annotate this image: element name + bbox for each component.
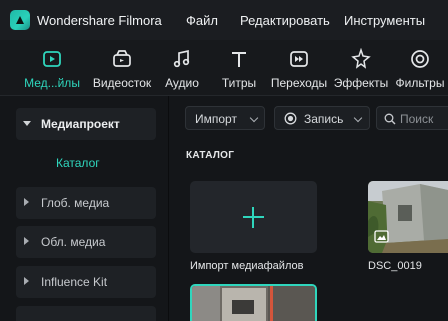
tab-filters-label: Фильтры <box>395 76 445 90</box>
library-sidebar: Медиапроект Глоб. медиа Обл. медиа Influ… <box>0 96 168 321</box>
record-icon <box>284 112 297 125</box>
stock-video-icon <box>113 50 131 67</box>
text-icon <box>232 52 246 67</box>
title-bar: Wondershare Filmora Файл Редактировать И… <box>0 0 448 40</box>
tab-titles-label: Титры <box>221 76 257 90</box>
tab-audio[interactable]: Аудио <box>160 40 204 96</box>
chevron-down-icon <box>353 113 363 123</box>
menu-tools[interactable]: Инструменты <box>344 13 425 28</box>
search-input[interactable]: Поиск <box>376 106 448 130</box>
sidebar-item-label: Глоб. медиа <box>41 196 110 210</box>
sidebar-item-influence-kit[interactable]: Influence Kit <box>16 266 156 298</box>
import-dropdown[interactable]: Импорт <box>185 106 265 130</box>
sidebar-item-cloud-media[interactable]: Обл. медиа <box>16 226 156 258</box>
menu-file[interactable]: Файл <box>186 13 218 28</box>
tab-media-label: Мед...йлы <box>24 76 80 90</box>
chevron-down-icon <box>23 121 31 126</box>
menu-edit[interactable]: Редактировать <box>240 13 330 28</box>
tab-transitions[interactable]: Переходы <box>268 40 330 96</box>
sidebar-item-global-media[interactable]: Глоб. медиа <box>16 187 156 219</box>
record-dropdown[interactable]: Запись <box>274 106 370 130</box>
transitions-icon <box>290 51 308 67</box>
chevron-right-icon <box>24 237 29 245</box>
image-type-icon <box>374 230 389 243</box>
filmora-logo-icon <box>10 10 30 30</box>
tab-filters[interactable]: Фильтры <box>392 40 448 96</box>
filters-icon <box>411 50 429 68</box>
tab-effects[interactable]: Эффекты <box>333 40 389 96</box>
tab-transitions-label: Переходы <box>270 76 328 90</box>
chevron-down-icon <box>249 113 259 123</box>
chevron-right-icon <box>24 198 29 206</box>
record-dropdown-label: Запись <box>304 112 344 126</box>
clip-photo <box>192 286 315 321</box>
music-note-icon <box>173 49 190 68</box>
chevron-right-icon <box>24 277 29 285</box>
tab-effects-label: Эффекты <box>333 76 389 90</box>
sidebar-item-project-media[interactable]: Медиапроект <box>16 108 156 140</box>
clip-name: DSC_0019 <box>368 260 422 272</box>
sidebar-item-label: Influence Kit <box>41 275 108 289</box>
sidebar-item-label: Обл. медиа <box>41 235 106 249</box>
tab-audio-label: Аудио <box>165 76 199 90</box>
app-name: Wondershare Filmora <box>37 13 162 28</box>
sidebar-item-label: Медиапроект <box>41 117 120 131</box>
sidebar-subitem-folder[interactable]: Каталог <box>56 156 100 170</box>
tab-titles[interactable]: Титры <box>217 40 261 96</box>
media-toolbar: Мед...йлы Видеосток Аудио Титры Переходы <box>0 40 448 96</box>
tab-stock-video[interactable]: Видеосток <box>90 40 154 96</box>
import-media-label: Импорт медиафайлов <box>190 260 304 272</box>
import-media-card[interactable] <box>190 181 317 253</box>
media-clip-thumbnail-selected[interactable] <box>190 284 317 321</box>
section-title: КАТАЛОГ <box>186 150 235 161</box>
plus-icon-vertical <box>252 207 254 228</box>
import-dropdown-label: Импорт <box>195 112 237 126</box>
tab-stock-video-label: Видеосток <box>92 76 152 90</box>
media-icon <box>43 51 61 67</box>
tab-media[interactable]: Мед...йлы <box>20 40 84 96</box>
media-clip-thumbnail[interactable] <box>368 181 448 253</box>
effects-icon <box>351 48 371 69</box>
search-icon <box>384 113 396 125</box>
search-placeholder: Поиск <box>400 112 434 126</box>
sidebar-item-partial[interactable] <box>16 306 156 321</box>
